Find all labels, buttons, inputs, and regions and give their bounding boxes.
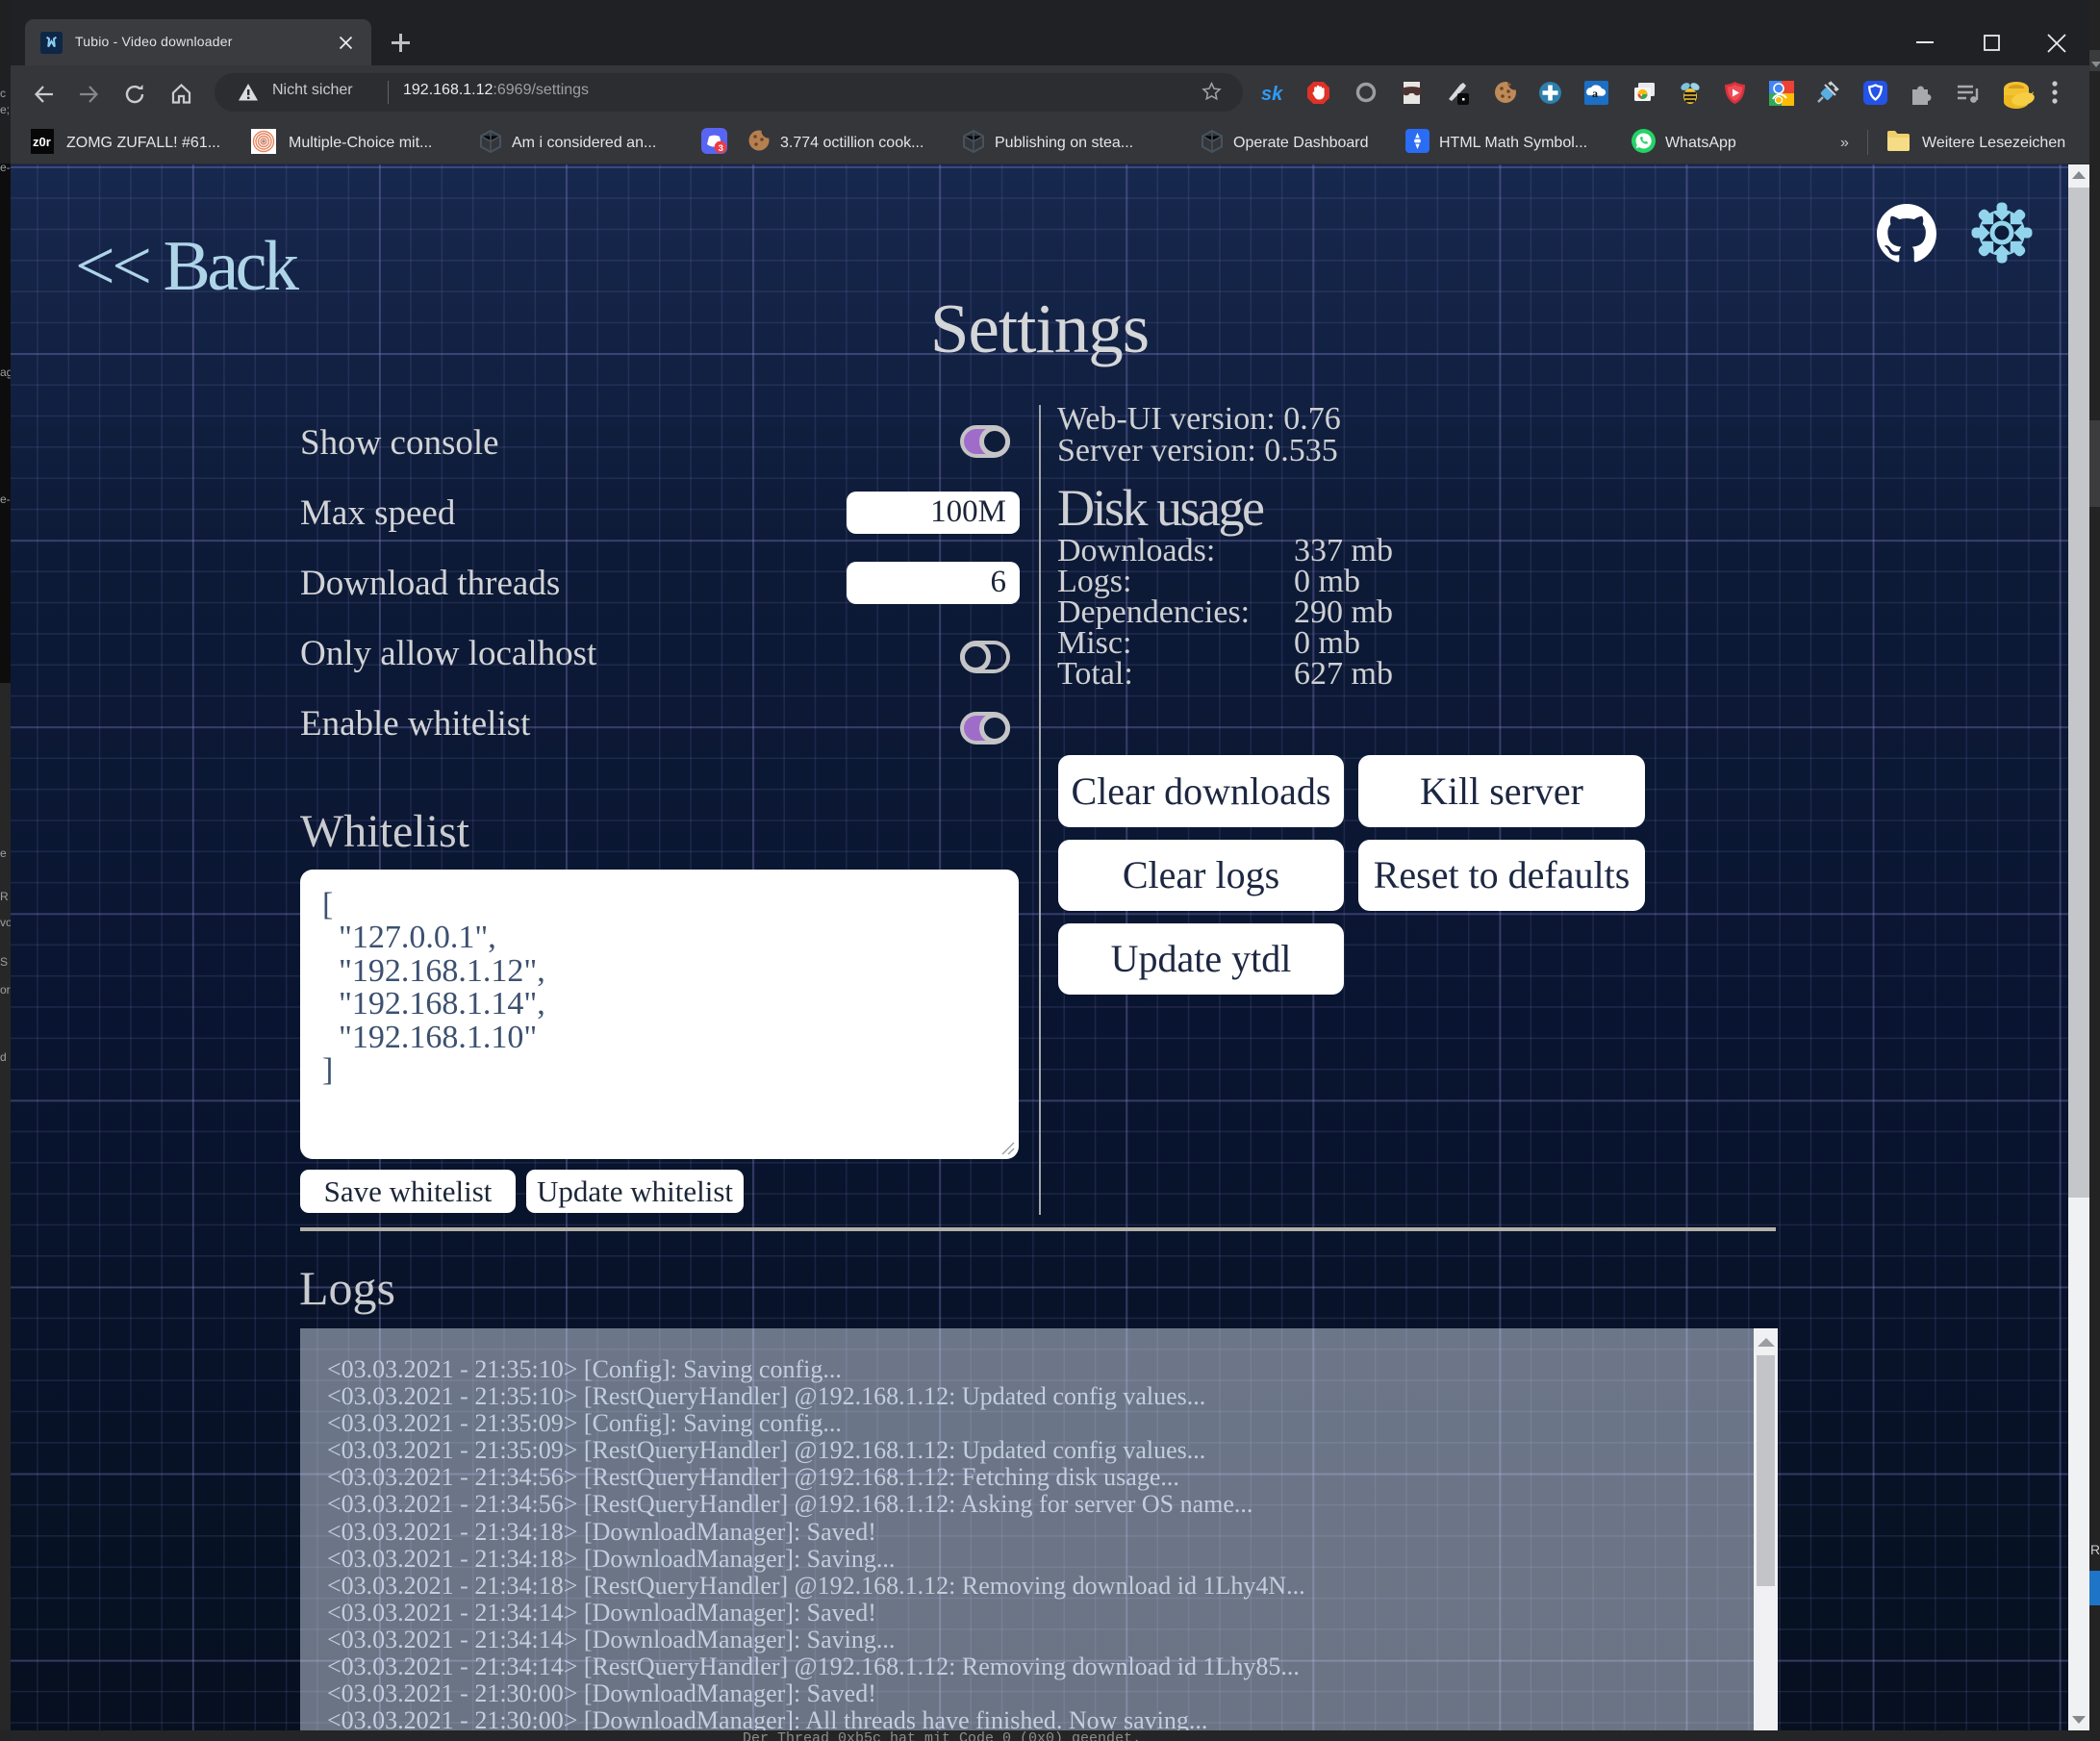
svg-text:a: a: [1592, 87, 1598, 100]
svg-text:sk: sk: [1261, 84, 1283, 105]
svg-text:3: 3: [719, 143, 723, 154]
svg-text:z0r: z0r: [33, 135, 51, 149]
